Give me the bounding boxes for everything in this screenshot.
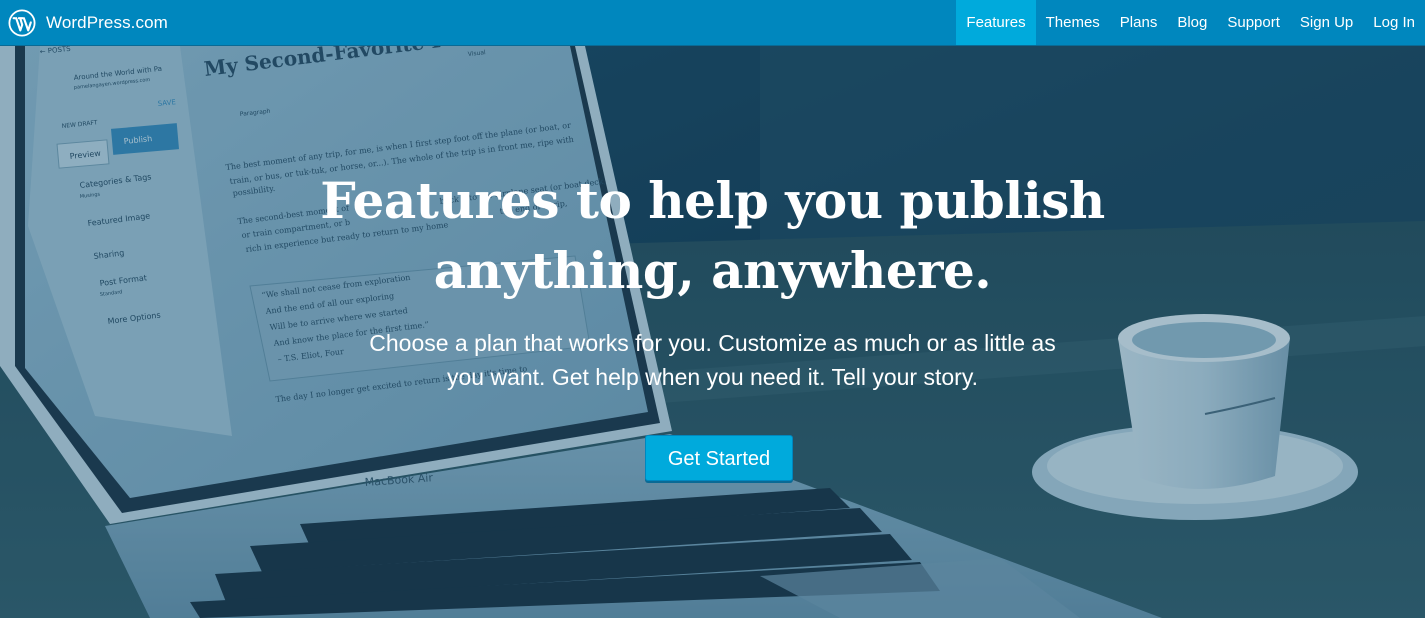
- hero-section: My Second-Favorite P ← POSTS Around the …: [0, 46, 1425, 618]
- wordpress-logo-icon: [8, 8, 36, 37]
- nav-item-features[interactable]: Features: [956, 0, 1036, 45]
- hero-title-line-2: anything, anywhere.: [433, 241, 992, 300]
- nav-item-blog[interactable]: Blog: [1167, 0, 1217, 45]
- nav-item-support[interactable]: Support: [1217, 0, 1290, 45]
- main-nav: Features Themes Plans Blog Support Sign …: [956, 0, 1425, 45]
- nav-item-sign-up[interactable]: Sign Up: [1290, 0, 1363, 45]
- top-navigation-bar: WordPress.com Features Themes Plans Blog…: [0, 0, 1425, 46]
- hero-subtitle-line-2: you want. Get help when you need it. Tel…: [447, 364, 978, 390]
- nav-item-log-in[interactable]: Log In: [1363, 0, 1425, 45]
- hero-subtitle-line-1: Choose a plan that works for you. Custom…: [369, 330, 1056, 356]
- brand[interactable]: WordPress.com: [8, 0, 168, 45]
- nav-item-plans[interactable]: Plans: [1110, 0, 1168, 45]
- brand-name: WordPress.com: [46, 12, 168, 32]
- hero-title: Features to help you publish anything, a…: [0, 166, 1425, 306]
- hero-subtitle: Choose a plan that works for you. Custom…: [0, 326, 1425, 394]
- get-started-button[interactable]: Get Started: [645, 435, 793, 481]
- hero-title-line-1: Features to help you publish: [320, 171, 1105, 230]
- nav-item-themes[interactable]: Themes: [1036, 0, 1110, 45]
